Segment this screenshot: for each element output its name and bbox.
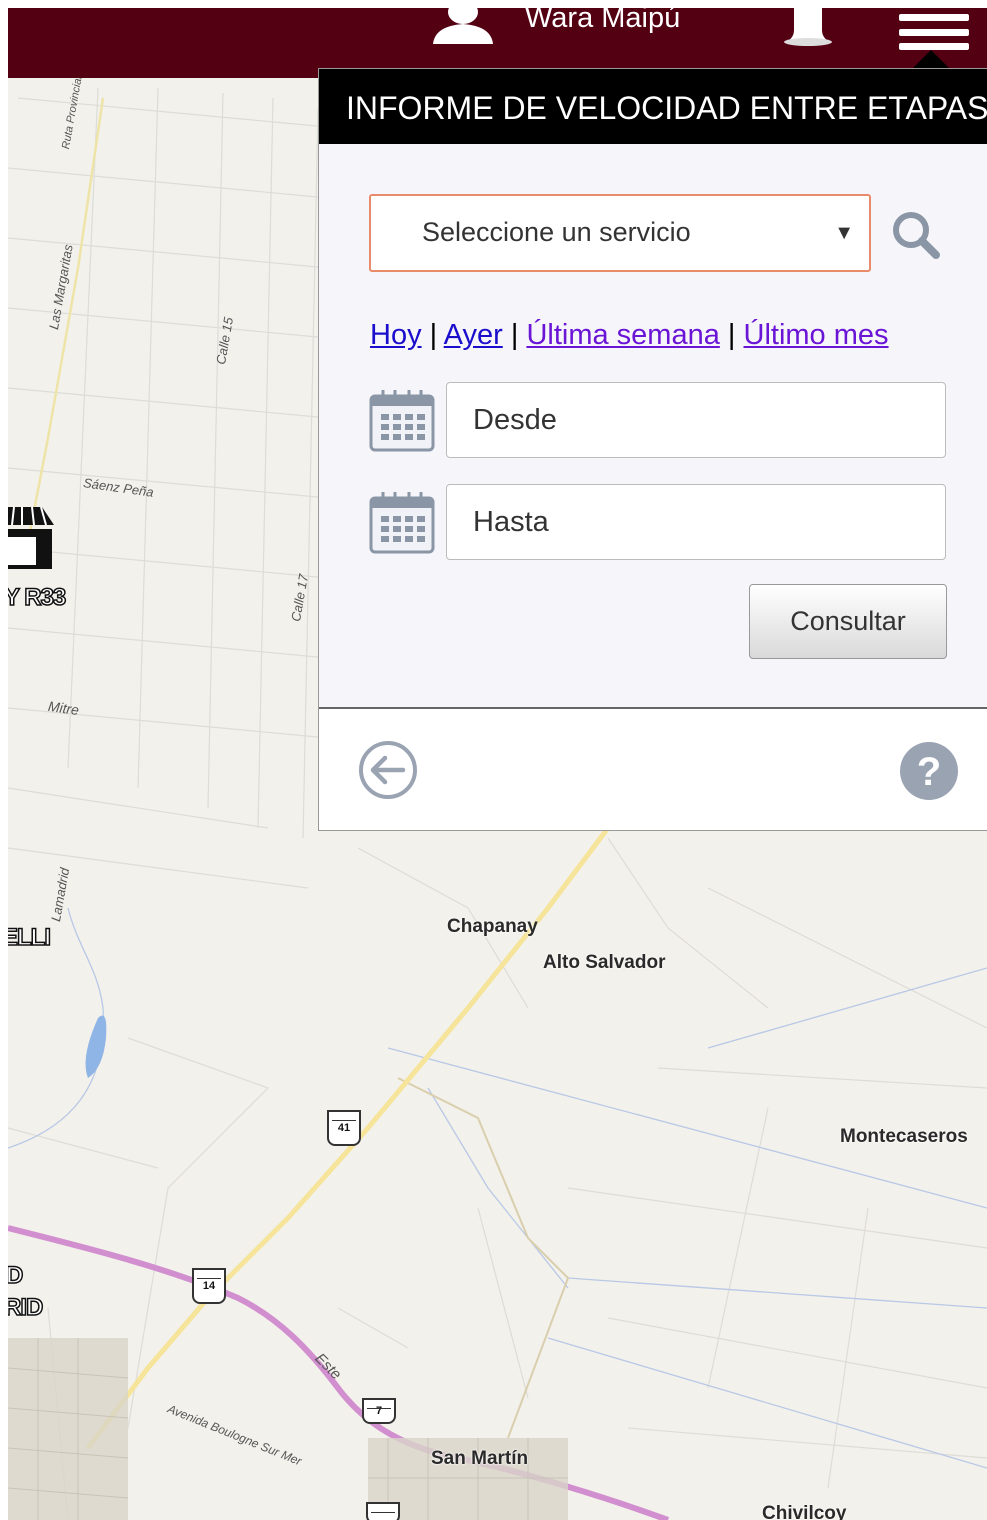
map-poi-label: Y R33 <box>8 583 67 612</box>
map-poi-label: RID <box>8 1293 44 1322</box>
desde-input[interactable]: Desde <box>446 382 946 458</box>
user-icon[interactable] <box>433 8 495 46</box>
link-ultimo-mes[interactable]: Último mes <box>744 319 889 351</box>
bell-icon[interactable] <box>780 8 836 48</box>
panel-title: INFORME DE VELOCIDAD ENTRE ETAPAS <box>319 69 987 144</box>
back-arrow-icon[interactable] <box>357 739 419 801</box>
link-ayer[interactable]: Ayer <box>444 319 503 351</box>
svg-text:?: ? <box>917 750 941 794</box>
hamburger-menu-icon[interactable] <box>899 12 971 52</box>
panel-footer: ? <box>319 709 987 830</box>
chevron-down-icon: ▼ <box>834 222 854 244</box>
route-shield: 41 <box>327 1110 361 1146</box>
consultar-button[interactable]: Consultar <box>749 584 947 659</box>
panel-body: Seleccione un servicio ▼ Hoy | Ayer | Úl… <box>319 144 987 709</box>
link-ultima-semana[interactable]: Última semana <box>526 319 719 351</box>
route-shield: 7 <box>362 1398 396 1424</box>
map-town-label: Chapanay <box>447 916 538 937</box>
map-town-label: San Martín <box>431 1448 529 1469</box>
map-poi-label: D <box>8 1261 24 1290</box>
help-icon[interactable]: ? <box>899 741 959 801</box>
user-name[interactable]: Wara Maipú <box>525 8 680 35</box>
panel-caret <box>913 50 949 68</box>
route-shield <box>366 1502 400 1520</box>
map-poi-label: ELLI <box>8 923 52 952</box>
calendar-icon[interactable] <box>369 490 435 554</box>
desde-row: Desde <box>369 382 949 458</box>
map-town-label: Alto Salvador <box>543 952 666 973</box>
map-town-label: Chivilcoy <box>762 1503 847 1520</box>
link-separator: | <box>429 319 438 351</box>
service-select-value: Seleccione un servicio <box>422 217 691 247</box>
date-quick-links: Hoy | Ayer | Última semana | Último mes <box>370 319 889 352</box>
map-town-label: Montecaseros <box>840 1126 968 1147</box>
search-icon[interactable] <box>891 210 941 260</box>
calendar-icon[interactable] <box>369 388 435 452</box>
hasta-input[interactable]: Hasta <box>446 484 946 560</box>
app-viewport: Ruta Provincial 33 Las Margaritas Calle … <box>8 8 987 1520</box>
hasta-row: Hasta <box>369 484 949 560</box>
store-icon[interactable] <box>8 503 56 573</box>
speed-report-panel: INFORME DE VELOCIDAD ENTRE ETAPAS Selecc… <box>318 68 987 831</box>
link-separator: | <box>727 319 736 351</box>
service-select[interactable]: Seleccione un servicio ▼ <box>369 194 871 272</box>
link-separator: | <box>510 319 519 351</box>
link-hoy[interactable]: Hoy <box>370 319 422 351</box>
route-shield: 14 <box>192 1268 226 1304</box>
